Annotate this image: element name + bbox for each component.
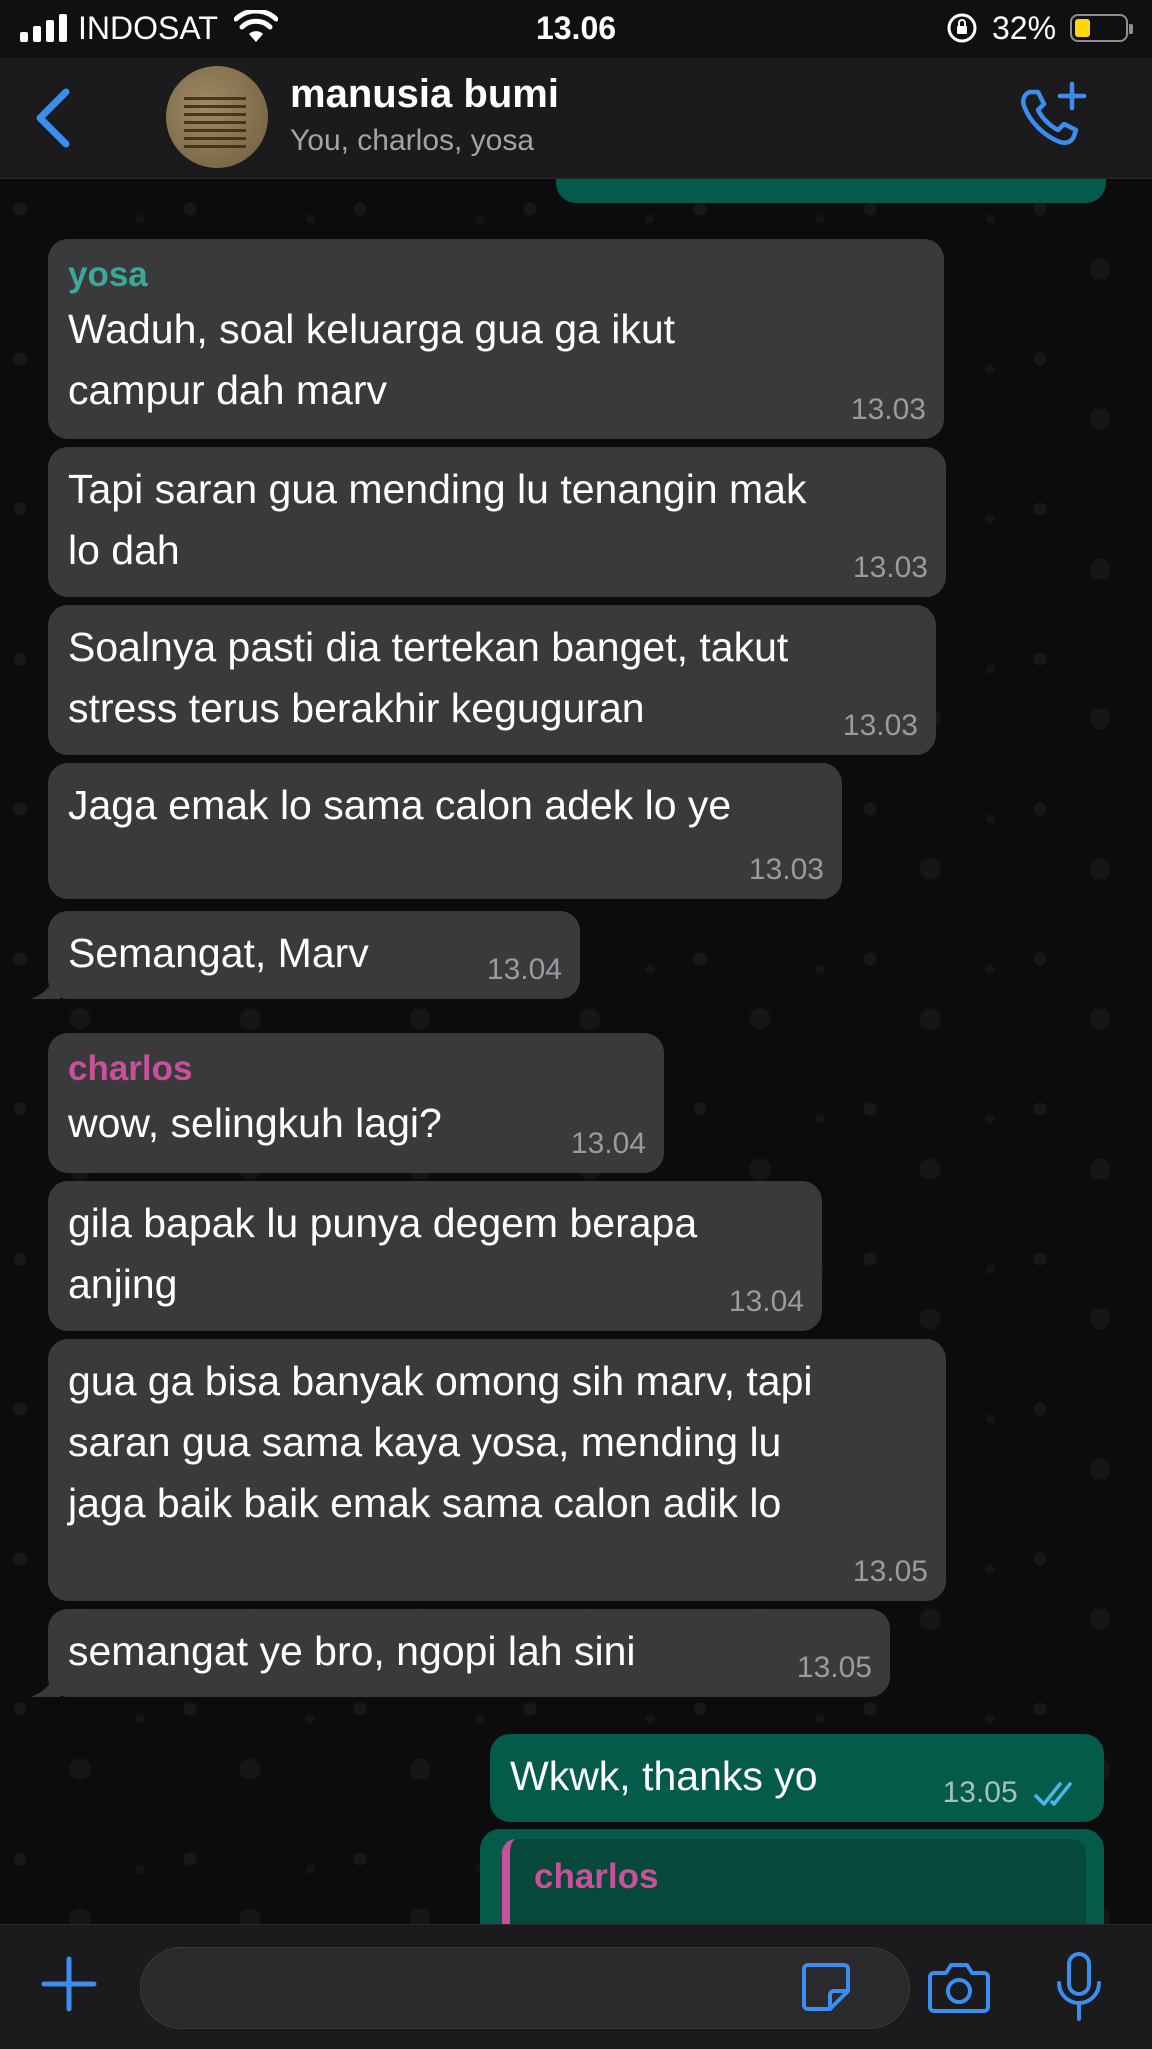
microphone-icon[interactable]: [1054, 1951, 1104, 2023]
message-time: 13.03: [842, 709, 918, 742]
bubble-tail: [30, 969, 60, 999]
camera-icon[interactable]: [928, 1959, 990, 2015]
message-time: 13.04: [486, 953, 562, 986]
message-time: 13.03: [852, 551, 928, 584]
rotation-lock-icon: [947, 13, 977, 43]
group-members[interactable]: You, charlos, yosa: [290, 124, 534, 158]
message-bubble[interactable]: Jaga emak lo sama calon adek lo ye 13.03: [48, 763, 842, 899]
message-bubble[interactable]: gila bapak lu punya degem berapa anjing …: [48, 1181, 822, 1331]
message-text: gila bapak lu punya degem berapa anjing: [68, 1200, 698, 1307]
message-bubble[interactable]: Soalnya pasti dia tertekan banget, takut…: [48, 605, 936, 755]
message-time: 13.04: [728, 1285, 804, 1318]
back-chevron-icon[interactable]: [28, 86, 78, 150]
chat-header: manusia bumi You, charlos, yosa: [0, 58, 1152, 179]
battery-percent: 32%: [992, 10, 1057, 46]
message-bubble[interactable]: semangat ye bro, ngopi lah sini 13.05: [30, 1609, 890, 1697]
message-text: Jaga emak lo sama calon adek lo ye: [68, 782, 732, 828]
message-bubble-outgoing[interactable]: Wkwk, thanks yo 13.05: [490, 1734, 1104, 1822]
read-ticks-icon: [1034, 1782, 1072, 1806]
clock: 13.06: [535, 10, 617, 46]
sender-name-yosa[interactable]: yosa: [68, 251, 924, 299]
group-title[interactable]: manusia bumi: [290, 72, 559, 117]
message-bubble[interactable]: yosa Waduh, soal keluarga gua ga ikut ca…: [48, 239, 944, 439]
battery-icon: [1070, 14, 1133, 42]
sender-name-charlos[interactable]: charlos: [68, 1045, 644, 1093]
message-time: 13.05: [852, 1555, 928, 1588]
message-input[interactable]: [140, 1947, 910, 2029]
status-bar: INDOSAT 13.06 32%: [0, 0, 1152, 58]
sticker-icon[interactable]: [800, 1961, 852, 2013]
plus-icon[interactable]: [40, 1955, 98, 2013]
message-time: 13.03: [850, 393, 926, 426]
message-time: 13.03: [748, 853, 824, 886]
message-text: semangat ye bro, ngopi lah sini: [68, 1628, 636, 1674]
message-bubble-outgoing-partial[interactable]: [556, 179, 1106, 203]
chat-area[interactable]: yosa Waduh, soal keluarga gua ga ikut ca…: [0, 179, 1152, 1924]
message-text: Tapi saran gua mending lu tenangin mak l…: [68, 466, 807, 573]
message-text: wow, selingkuh lagi?: [68, 1100, 442, 1146]
bubble-tail: [30, 1667, 60, 1697]
message-bubble[interactable]: Tapi saran gua mending lu tenangin mak l…: [48, 447, 946, 597]
message-time-row: 13.05: [943, 1776, 1080, 1810]
message-bubble[interactable]: Semangat, Marv 13.04: [30, 911, 580, 999]
message-text: gua ga bisa banyak omong sih marv, tapi …: [68, 1358, 813, 1526]
message-bubble[interactable]: gua ga bisa banyak omong sih marv, tapi …: [48, 1339, 946, 1601]
add-call-icon[interactable]: [1016, 80, 1088, 152]
message-text: Soalnya pasti dia tertekan banget, takut…: [68, 624, 789, 731]
group-avatar[interactable]: [166, 66, 268, 168]
message-bubble-outgoing-reply[interactable]: charlos: [480, 1829, 1104, 1924]
message-time: 13.05: [796, 1651, 872, 1684]
message-text: Waduh, soal keluarga gua ga ikut campur …: [68, 306, 676, 413]
message-bubble[interactable]: charlos wow, selingkuh lagi? 13.04: [48, 1033, 664, 1173]
composer-bar: [0, 1924, 1152, 2049]
quoted-reply[interactable]: charlos: [502, 1839, 1086, 1924]
message-time: 13.05: [942, 1776, 1018, 1809]
quoted-sender-charlos: charlos: [534, 1857, 659, 1896]
message-time: 13.04: [570, 1127, 646, 1160]
